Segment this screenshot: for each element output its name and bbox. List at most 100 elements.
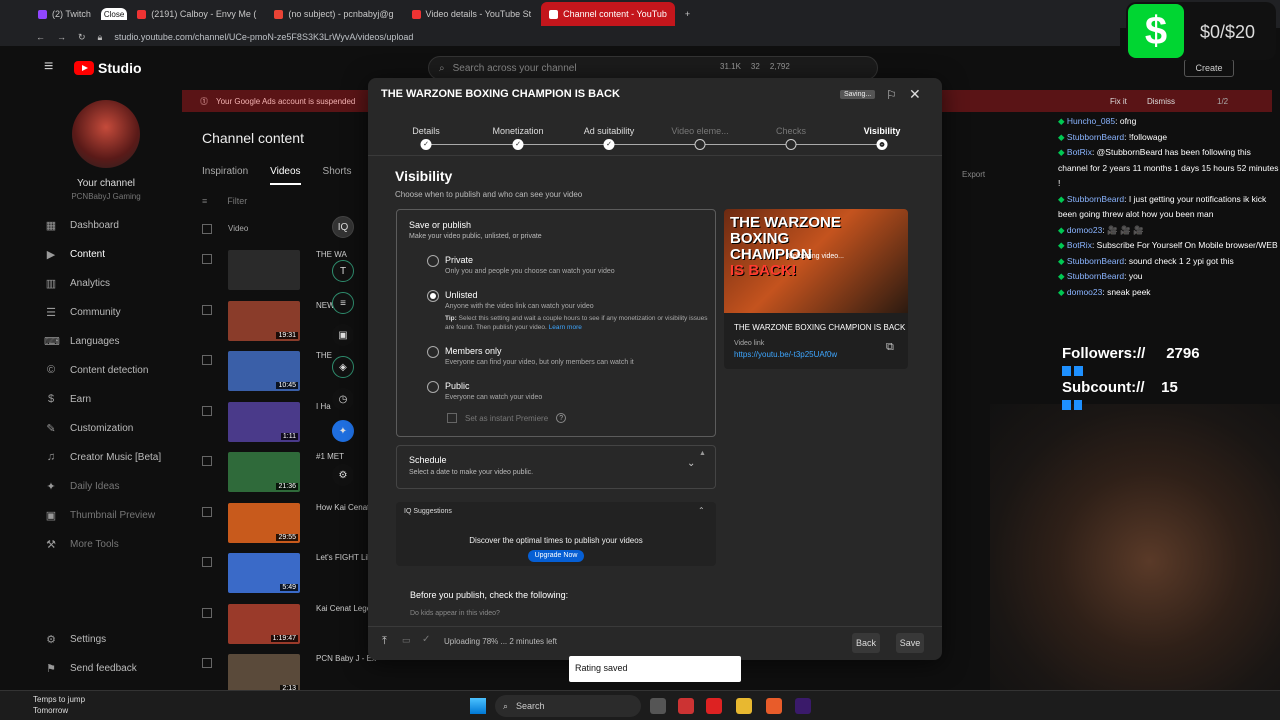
tab-shorts[interactable]: Shorts — [323, 166, 352, 185]
search-input[interactable]: ⌕ Search across your channel — [428, 56, 878, 80]
tab-inspiration[interactable]: Inspiration — [202, 166, 248, 185]
video-thumbnail[interactable]: THE WARZONE BOXING CHAMPION IS BACK! Upl… — [724, 209, 908, 313]
sidebar-item-daily-ideas[interactable]: ✦ Daily Ideas — [44, 476, 119, 496]
upgrade-button[interactable]: Upgrade Now — [528, 550, 584, 562]
forward-arrow-icon[interactable]: → — [57, 32, 66, 42]
row-checkbox[interactable] — [202, 304, 212, 315]
copy-icon[interactable]: ⧉ — [886, 341, 894, 354]
new-tab-button[interactable]: + — [677, 2, 698, 26]
chevron-up-icon[interactable]: ⌃ — [698, 506, 705, 515]
row-checkbox[interactable] — [202, 557, 212, 567]
video-thumbnail[interactable]: 10:45 — [228, 351, 300, 391]
tab-videos[interactable]: Videos — [270, 166, 301, 185]
save-button[interactable]: Save — [896, 633, 924, 653]
sidebar-item-settings[interactable]: ⚙ Settings — [44, 629, 106, 649]
filter-bar[interactable]: ≡ Filter — [202, 196, 247, 206]
premiere-icon[interactable] — [795, 698, 811, 714]
browser-tab[interactable]: Video details - YouTube St — [404, 2, 540, 26]
app-icon[interactable] — [678, 698, 694, 714]
radio-unlisted[interactable] — [427, 290, 439, 302]
sidebar-item-feedback[interactable]: ⚑ Send feedback — [44, 658, 137, 678]
step-video-eleme[interactable]: Video eleme... — [671, 126, 728, 136]
video-thumbnail[interactable]: 1:19:47 — [228, 603, 300, 644]
radio-public[interactable] — [427, 381, 439, 393]
learn-more-link[interactable]: Learn more — [549, 324, 582, 331]
video-thumbnail[interactable]: 21:36 — [228, 452, 300, 492]
fix-it-link[interactable]: Fix it — [1110, 97, 1127, 106]
video-thumbnail[interactable]: 19:31 — [228, 300, 300, 341]
step-dot[interactable] — [876, 139, 888, 150]
sidebar-item-analytics[interactable]: ▥ Analytics — [44, 273, 110, 293]
browser-tab[interactable]: (2191) Calboy - Envy Me ( — [129, 2, 264, 26]
app-icon[interactable] — [766, 698, 782, 714]
sidebar-item-creator-music-beta[interactable]: ♫ Creator Music [Beta] — [44, 447, 161, 467]
step-dot[interactable] — [694, 139, 706, 150]
iq-icon[interactable]: IQ — [332, 216, 354, 238]
settings-tool-icon[interactable]: ⚙ — [332, 464, 354, 486]
browser-tab-active[interactable]: Channel content - YouTub — [541, 2, 675, 26]
step-monetization[interactable]: Monetization — [492, 126, 543, 136]
sidebar-item-dashboard[interactable]: ▦ Dashboard — [44, 215, 119, 235]
text-tool-icon[interactable]: T — [332, 260, 354, 282]
back-button[interactable]: Back — [852, 633, 880, 653]
list-tool-icon[interactable]: ≡ — [332, 292, 354, 314]
row-checkbox[interactable] — [202, 506, 212, 517]
browser-tab[interactable]: (2) Twitch — [30, 2, 99, 26]
clock-tool-icon[interactable]: ◷ — [332, 388, 354, 410]
image-tool-icon[interactable]: ▣ — [332, 324, 354, 346]
studio-logo[interactable]: Studio — [74, 60, 142, 76]
step-ad-suitability[interactable]: Ad suitability — [584, 126, 635, 136]
radio-private[interactable] — [427, 255, 439, 267]
video-title[interactable]: PCN Baby J - Ex's — [316, 654, 376, 663]
step-dot[interactable] — [785, 139, 797, 150]
close-icon[interactable]: ✕ — [909, 86, 921, 103]
task-view-icon[interactable] — [650, 698, 666, 714]
tag-tool-icon[interactable]: ◈ — [332, 356, 354, 378]
table-row[interactable]: 1:19:47 Kai Cenat Legen — [202, 603, 376, 648]
row-checkbox[interactable] — [202, 658, 212, 668]
menu-icon[interactable]: ≡ — [44, 59, 60, 75]
table-row[interactable]: 5:49 Let's FIGHT Like — [202, 553, 376, 597]
video-thumbnail[interactable]: 2:13 — [228, 654, 300, 694]
video-thumbnail[interactable]: 29:55 — [228, 502, 300, 543]
browser-tab[interactable]: (no subject) - pcnbabyj@g — [266, 2, 401, 26]
app-icon[interactable] — [706, 698, 722, 714]
weather-widget[interactable]: Temps to jump Tomorrow — [33, 694, 85, 716]
step-check-icon[interactable]: ✓ — [512, 139, 524, 150]
chevron-down-icon[interactable]: ⌄ — [687, 458, 695, 469]
step-checks[interactable]: Checks — [776, 126, 806, 136]
row-checkbox[interactable] — [202, 456, 212, 466]
sidebar-item-content-detection[interactable]: © Content detection — [44, 360, 148, 380]
step-check-icon[interactable]: ✓ — [420, 139, 432, 150]
sidebar-item-earn[interactable]: $ Earn — [44, 389, 91, 409]
video-thumbnail[interactable] — [228, 250, 300, 290]
video-thumbnail[interactable]: 5:49 — [228, 553, 300, 593]
step-details[interactable]: Details — [412, 126, 440, 136]
row-checkbox[interactable] — [202, 254, 212, 264]
feedback-icon[interactable]: ⚐ — [886, 88, 897, 102]
sidebar-item-community[interactable]: ☰ Community — [44, 302, 121, 322]
step-visibility[interactable]: Visibility — [864, 126, 901, 136]
instant-premiere-checkbox[interactable] — [447, 413, 457, 423]
step-check-icon[interactable]: ✓ — [603, 139, 615, 150]
select-all-checkbox[interactable] — [202, 224, 212, 234]
schedule-panel[interactable]: Schedule Select a date to make your vide… — [396, 445, 716, 489]
taskbar-search[interactable]: ⌕ Search — [495, 695, 641, 717]
windows-start-icon[interactable] — [470, 698, 486, 714]
video-title[interactable]: Kai Cenat Legen — [316, 604, 376, 613]
dismiss-link[interactable]: Dismiss — [1147, 97, 1175, 106]
create-button[interactable]: Create — [1184, 59, 1234, 77]
url-field[interactable]: studio.youtube.com/channel/UCe-pmoN-ze5F… — [114, 32, 413, 42]
help-icon[interactable]: ? — [556, 413, 567, 423]
row-checkbox[interactable] — [202, 405, 212, 416]
video-link[interactable]: https://youtu.be/-t3p25UAf0w — [734, 350, 837, 359]
channel-avatar[interactable] — [72, 100, 140, 168]
row-checkbox[interactable] — [202, 607, 212, 618]
radio-members-only[interactable] — [427, 346, 439, 358]
reload-icon[interactable]: ↻ — [78, 32, 86, 43]
video-title[interactable]: Let's FIGHT Like — [316, 553, 376, 562]
back-arrow-icon[interactable]: ← — [36, 32, 45, 42]
row-checkbox[interactable] — [202, 355, 212, 365]
table-row[interactable]: 29:55 How Kai Cenat — [202, 502, 376, 547]
file-explorer-icon[interactable] — [736, 698, 752, 714]
